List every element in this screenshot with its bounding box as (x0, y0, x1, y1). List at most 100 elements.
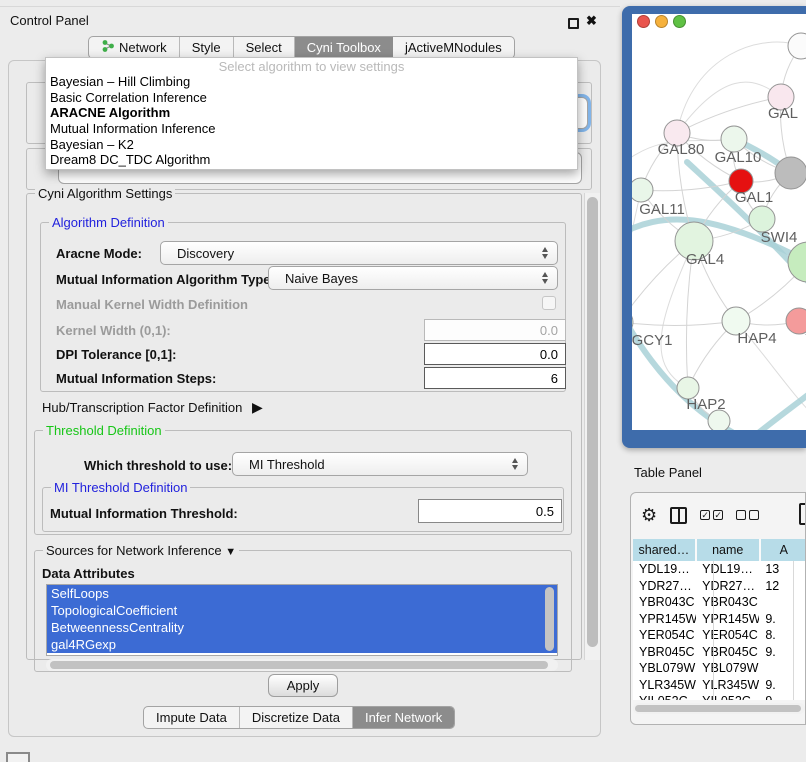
node-label-gal4[interactable]: GAL4 (686, 251, 724, 268)
node-label-gal11[interactable]: GAL11 (639, 201, 685, 218)
tab-network[interactable]: Network (89, 37, 180, 58)
table-row[interactable]: YDL19…YDL19…13 (633, 561, 806, 578)
tab-discretize-data[interactable]: Discretize Data (240, 707, 353, 728)
which-threshold-value: MI Threshold (249, 457, 325, 472)
dropdown-placeholder: Select algorithm to view settings (46, 58, 577, 74)
which-threshold-combo[interactable]: MI Threshold (232, 452, 528, 476)
network-graph: GALGAL80GAL10GAL1GAL11SWI4GAL4GCY1HAP4YH… (632, 14, 806, 430)
attributes-hscrollbar[interactable] (46, 659, 558, 671)
column-header-shared[interactable]: shared… (633, 539, 695, 561)
algorithm-option-mutual-information-inference[interactable]: Mutual Information Inference (46, 121, 577, 137)
dpi-tolerance-field[interactable]: 0.0 (424, 343, 566, 365)
table-cell: YER054C (633, 627, 696, 644)
mac-minimize-icon[interactable] (655, 15, 668, 28)
tab-select[interactable]: Select (234, 37, 295, 58)
node-label-gal[interactable]: GAL (768, 105, 798, 122)
tab-cyni-toolbox[interactable]: Cyni Toolbox (295, 37, 393, 58)
table-row[interactable]: YPR145WYPR145W9. (633, 611, 806, 628)
mi-threshold-field[interactable]: 0.5 (418, 499, 562, 523)
table-cell: 9. (759, 677, 806, 694)
table-row[interactable]: YDR27…YDR27…12 (633, 578, 806, 595)
table-row[interactable]: YER054CYER054C8. (633, 627, 806, 644)
table-panel-window: ⚙ ✓✓ shared…nameA YDL19…YDL19…13YDR27…YD… (630, 492, 806, 725)
hub-definition-toggle[interactable]: Hub/Transcription Factor Definition ▶ (42, 399, 263, 416)
column-browser-icon[interactable] (670, 507, 687, 524)
settings-gear-icon[interactable]: ⚙ (641, 506, 657, 524)
attribute-item-topologicalcoefficient[interactable]: TopologicalCoefficient (47, 602, 557, 619)
table-row[interactable]: YBR045CYBR045C9. (633, 644, 806, 661)
algorithm-option-bayesian-k2[interactable]: Bayesian – K2 (46, 137, 577, 153)
attribute-item-gal4rgexp[interactable]: gal4RGexp (47, 636, 557, 653)
data-attributes-list[interactable]: SelfLoopsTopologicalCoefficientBetweenne… (46, 584, 558, 656)
tab-jactivemnodules[interactable]: jActiveMNodules (393, 37, 514, 58)
table-cell (759, 594, 806, 611)
mac-zoom-icon[interactable] (673, 15, 686, 28)
aracne-mode-combo[interactable]: Discovery (160, 241, 558, 265)
table-cell: YBR045C (633, 644, 696, 661)
manual-kernel-width-checkbox[interactable] (542, 296, 556, 310)
node-label-gal10[interactable]: GAL10 (715, 149, 762, 166)
column-header-name[interactable]: name (697, 539, 759, 561)
node-unlabeled[interactable] (788, 33, 806, 59)
table-row[interactable]: YBR043CYBR043C (633, 594, 806, 611)
table-row[interactable]: YLR345WYLR345W9. (633, 677, 806, 694)
node-unlabeled[interactable] (788, 242, 806, 282)
table-row[interactable]: YIL052CYIL052C9 (633, 693, 806, 700)
minimized-panel-icon[interactable] (6, 752, 30, 762)
tab-impute-data[interactable]: Impute Data (144, 707, 240, 728)
table-cell: 9 (759, 693, 806, 700)
tab-infer-network[interactable]: Infer Network (353, 707, 454, 728)
attributes-vscrollbar[interactable] (543, 585, 557, 655)
sources-title[interactable]: Sources for Network Inference ▼ (43, 543, 239, 558)
document-icon[interactable] (799, 503, 806, 525)
control-panel-titlebar: Control Panel ✖ (0, 6, 620, 33)
algorithm-option-dream8-dc-tdc-algorithm[interactable]: Dream8 DC_TDC Algorithm (46, 152, 577, 168)
node-label-gcy1[interactable]: GCY1 (632, 332, 672, 349)
algorithm-option-bayesian-hill-climbing[interactable]: Bayesian – Hill Climbing (46, 74, 577, 90)
algorithm-dropdown-popup: Select algorithm to view settings Bayesi… (45, 57, 578, 170)
node-gal11[interactable] (632, 178, 653, 202)
tab-label: Impute Data (156, 710, 227, 725)
attribute-item-betweennesscentrality[interactable]: BetweennessCentrality (47, 619, 557, 636)
network-canvas[interactable]: GALGAL80GAL10GAL1GAL11SWI4GAL4GCY1HAP4YH… (632, 14, 806, 430)
table-cell: YPR145W (633, 611, 696, 628)
apply-button[interactable]: Apply (268, 674, 338, 697)
manual-kernel-width-label: Manual Kernel Width Definition (56, 297, 248, 312)
float-window-icon[interactable] (568, 18, 579, 29)
algorithm-option-aracne-algorithm[interactable]: ARACNE Algorithm (46, 105, 577, 121)
node-y[interactable] (786, 308, 806, 334)
tab-label: Network (119, 40, 167, 55)
table-hscrollbar[interactable] (633, 703, 805, 714)
sources-title-text: Sources for Network Inference (46, 543, 222, 558)
deselect-all-checkboxes-icon[interactable] (736, 510, 759, 520)
settings-scrollbar[interactable] (584, 193, 600, 660)
attribute-item-selfloops[interactable]: SelfLoops (47, 585, 557, 602)
node-unlabeled[interactable] (708, 410, 730, 430)
table-cell: YLR345W (696, 677, 759, 694)
node-label-hap2[interactable]: HAP2 (686, 396, 725, 413)
network-window[interactable]: GALGAL80GAL10GAL1GAL11SWI4GAL4GCY1HAP4YH… (622, 6, 806, 448)
select-all-checkboxes-icon[interactable]: ✓✓ (700, 510, 723, 520)
table-cell: YBR043C (696, 594, 759, 611)
expand-right-icon: ▶ (252, 399, 263, 415)
combo-stepper-icon (542, 247, 548, 259)
cyni-bottom-tabs: Impute Data Discretize DataInfer Network (143, 706, 455, 729)
mi-steps-field[interactable]: 6 (424, 367, 566, 389)
node-label-gal80[interactable]: GAL80 (658, 141, 705, 158)
table-cell (759, 660, 806, 677)
node-label-gal1[interactable]: GAL1 (735, 189, 773, 206)
node-label-hap4[interactable]: HAP4 (737, 330, 776, 347)
kernel-width-field[interactable]: 0.0 (424, 319, 566, 341)
algorithm-option-basic-correlation-inference[interactable]: Basic Correlation Inference (46, 90, 577, 106)
node-unlabeled[interactable] (775, 157, 806, 189)
node-label-swi4[interactable]: SWI4 (761, 229, 798, 246)
tab-style[interactable]: Style (180, 37, 234, 58)
table-panel-title: Table Panel (634, 465, 702, 480)
close-icon[interactable]: ✖ (586, 13, 597, 29)
mi-algorithm-type-combo[interactable]: Naive Bayes (268, 266, 558, 290)
table-row[interactable]: YBL079WYBL079W (633, 660, 806, 677)
mac-close-icon[interactable] (637, 15, 650, 28)
combo-stepper-icon (512, 458, 518, 470)
column-header-a[interactable]: A (761, 539, 806, 561)
table-cell: 9. (759, 644, 806, 661)
